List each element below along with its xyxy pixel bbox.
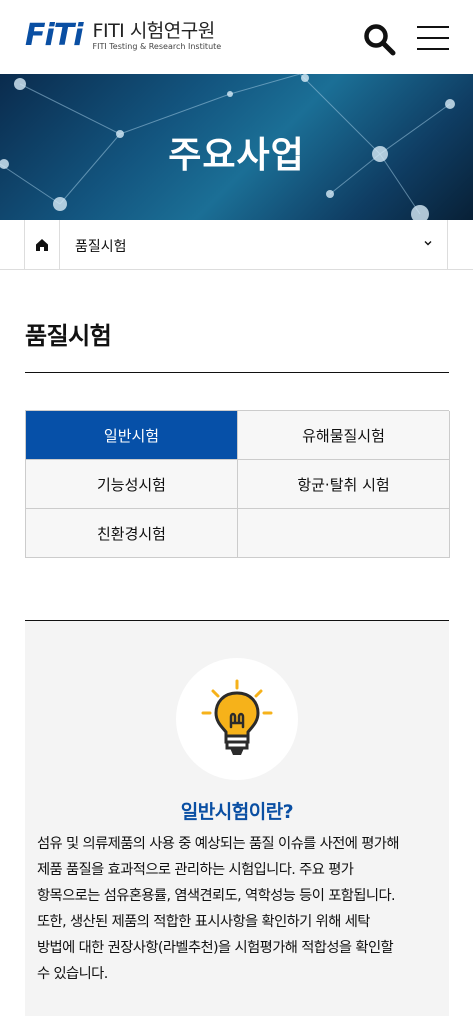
logo-text: FITI 시험연구원 FITI Testing & Research Insti…	[93, 20, 222, 52]
home-icon	[36, 239, 48, 251]
search-icon	[364, 24, 396, 56]
breadcrumb-category-select[interactable]: 품질시험	[60, 220, 448, 270]
test-category-tabs: 일반시험 유해물질시험 기능성시험 항균·탈취 시험 친환경시험	[25, 410, 450, 558]
info-line: 제품 품질을 효과적으로 관리하는 시험입니다. 주요 평가	[37, 862, 354, 878]
tab-eco-friendly-test[interactable]: 친환경시험	[26, 509, 238, 558]
logo-subtitle: FITI Testing & Research Institute	[92, 42, 222, 51]
info-line: 방법에 대한 권장사항(라벨추천)을 시험평가해 적합성을 확인할	[37, 940, 394, 956]
search-button[interactable]	[362, 22, 396, 56]
tab-empty-cell	[238, 509, 450, 558]
lightbulb-icon-badge	[176, 658, 298, 780]
tab-functional-test[interactable]: 기능성시험	[26, 460, 238, 509]
site-logo[interactable]: FiTi FITI 시험연구원 FITI Testing & Research …	[25, 20, 221, 52]
tab-general-test[interactable]: 일반시험	[26, 411, 238, 460]
tab-hazardous-substance-test[interactable]: 유해물질시험	[238, 411, 450, 460]
lightbulb-icon	[201, 679, 273, 755]
chevron-down-icon	[424, 241, 432, 246]
tab-antibacterial-deodorization-test[interactable]: 항균·탈취 시험	[238, 460, 450, 509]
page-title: 품질시험	[25, 322, 112, 350]
home-button[interactable]	[24, 220, 60, 270]
info-line: 항목으로는 섬유혼용률, 염색견뢰도, 역학성능 등이 포함됩니다.	[37, 888, 396, 904]
logo-name: FITI 시험연구원	[92, 20, 216, 42]
info-line: 또한, 생산된 제품의 적합한 표시사항을 확인하기 위해 세탁	[37, 914, 370, 930]
info-description: 섬유 및 의류제품의 사용 중 예상되는 품질 이슈를 사전에 평가해 제품 품…	[37, 831, 441, 987]
title-divider	[25, 372, 449, 373]
info-line: 섬유 및 의류제품의 사용 중 예상되는 품질 이슈를 사전에 평가해	[37, 836, 399, 852]
breadcrumb: 품질시험	[0, 220, 473, 270]
logo-mark: FiTi	[25, 18, 84, 53]
info-line: 수 있습니다.	[37, 966, 108, 982]
breadcrumb-current: 품질시험	[75, 239, 127, 255]
hamburger-menu-icon[interactable]	[417, 24, 449, 52]
banner-title: 주요사업	[168, 135, 305, 176]
info-title: 일반시험이란?	[180, 801, 294, 823]
hero-banner: 주요사업	[0, 74, 473, 220]
site-header: FiTi FITI 시험연구원 FITI Testing & Research …	[0, 0, 473, 74]
info-panel: 일반시험이란? 섬유 및 의류제품의 사용 중 예상되는 품질 이슈를 사전에 …	[25, 621, 449, 1016]
